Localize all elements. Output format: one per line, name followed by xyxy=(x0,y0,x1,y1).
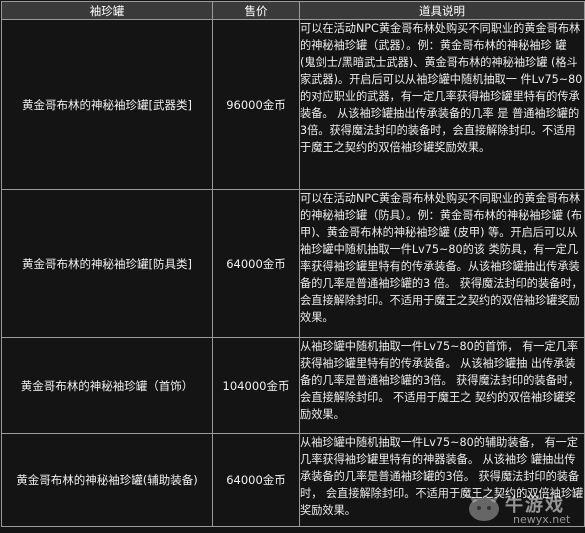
item-price: 96000金币 xyxy=(212,19,300,190)
item-name: 黄金哥布林的神秘袖珍罐(辅助装备) xyxy=(1,433,213,527)
table-row: 黄金哥布林的神秘袖珍罐[武器类] 96000金币 可以在活动NPC黄金哥布林处购… xyxy=(1,19,585,190)
column-header-price: 售价 xyxy=(212,1,300,20)
item-name: 黄金哥布林的神秘袖珍罐[防具类] xyxy=(1,189,213,338)
item-price: 64000金币 xyxy=(212,189,300,338)
item-description: 从袖珍罐中随机抽取一件Lv75~80的首饰， 有一定几率获得袖珍罐里特有的传承装… xyxy=(299,337,585,434)
item-name: 黄金哥布林的神秘袖珍罐（首饰） xyxy=(1,337,213,434)
item-name: 黄金哥布林的神秘袖珍罐[武器类] xyxy=(1,19,213,190)
item-price: 104000金币 xyxy=(212,337,300,434)
table-row: 黄金哥布林的神秘袖珍罐（首饰） 104000金币 从袖珍罐中随机抽取一件Lv75… xyxy=(1,337,585,434)
table-header-row: 袖珍罐 售价 道具说明 xyxy=(1,1,585,20)
item-description: 可以在活动NPC黄金哥布林处购买不同职业的黄金哥布林的神秘袖珍罐（武器）。例：黄… xyxy=(299,19,585,190)
jar-price-table: 袖珍罐 售价 道具说明 黄金哥布林的神秘袖珍罐[武器类] 96000金币 可以在… xyxy=(1,1,585,527)
column-header-desc: 道具说明 xyxy=(299,1,585,20)
item-description: 可以在活动NPC黄金哥布林处购买不同职业的黄金哥布林的神秘袖珍罐（防具）。例：黄… xyxy=(299,189,585,338)
column-header-name: 袖珍罐 xyxy=(1,1,213,20)
table-row: 黄金哥布林的神秘袖珍罐(辅助装备) 64000金币 从袖珍罐中随机抽取一件Lv7… xyxy=(1,433,585,527)
table-row: 黄金哥布林的神秘袖珍罐[防具类] 64000金币 可以在活动NPC黄金哥布林处购… xyxy=(1,189,585,338)
item-price: 64000金币 xyxy=(212,433,300,527)
item-description: 从袖珍罐中随机抽取一件Lv75~80的辅助装备， 有一定几率获得袖珍罐里特有的神… xyxy=(299,433,585,527)
